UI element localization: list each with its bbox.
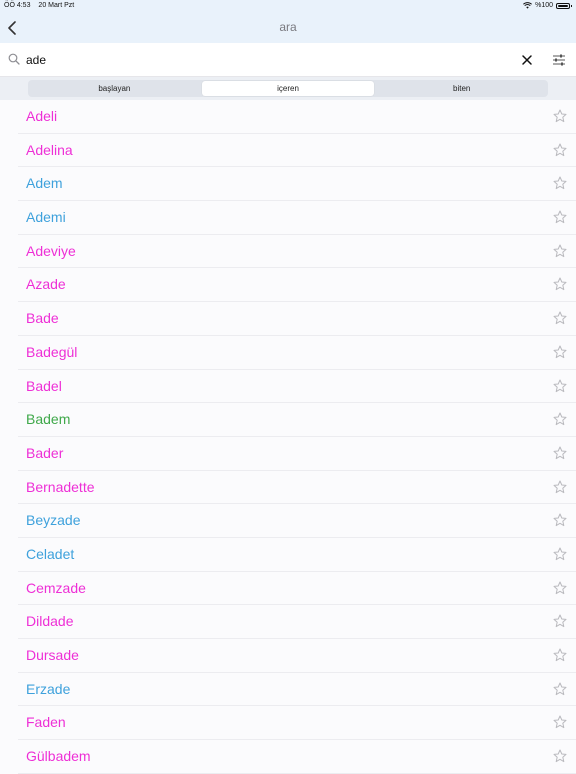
list-item[interactable]: Adem [18,167,576,202]
star-icon[interactable] [553,682,567,696]
list-item[interactable]: Badem [18,403,576,437]
name-label: Faden [26,714,66,731]
star-icon[interactable] [553,176,567,190]
list-item[interactable]: Azade [18,268,576,303]
star-icon[interactable] [553,715,567,729]
star-icon[interactable] [553,513,567,527]
name-label: Beyzade [26,512,81,529]
search-icon [8,53,20,65]
star-icon[interactable] [553,379,567,393]
search-input[interactable] [26,49,506,71]
name-label: Ademi [26,209,66,226]
star-icon[interactable] [553,143,567,157]
list-item[interactable]: Adeviye [18,235,576,269]
name-label: Bade [26,310,59,327]
star-icon[interactable] [553,244,567,258]
match-mode-bar: başlayan içeren biten [0,77,576,100]
star-icon[interactable] [553,345,567,359]
name-label: Adeli [26,108,58,124]
name-label: Erzade [26,680,71,697]
list-item[interactable]: Erzade [18,673,576,707]
name-label: Badel [26,377,62,394]
page-title: ara [279,20,297,34]
battery-icon [556,2,572,9]
wifi-icon [523,2,533,9]
name-label: Badegül [26,343,78,360]
segment-starts-with[interactable]: başlayan [28,80,201,97]
name-label: Cemzade [26,579,86,596]
status-bar: ÖÖ 4:53 20 Mart Pzt %100 [0,0,576,12]
star-icon[interactable] [553,412,567,426]
list-item[interactable]: Dildade [18,605,576,639]
list-item[interactable]: Ademi [18,201,576,235]
name-label: Dursade [26,647,79,663]
name-list: Adeli Adelina Adem Ademi Adeviye Azade Bade Bad… [0,100,576,774]
segment-contains[interactable]: içeren [201,81,375,96]
list-item[interactable]: Beyzade [18,504,576,538]
list-item[interactable]: Faden [18,706,576,741]
list-item[interactable]: Bernadette [18,471,576,505]
list-item[interactable]: Gülbadem [18,740,576,774]
name-label: Badem [26,411,71,428]
list-item[interactable]: Celadet [18,538,576,572]
star-icon[interactable] [553,446,567,460]
list-item[interactable]: Dursade [18,639,576,673]
list-item[interactable]: Bader [18,437,576,471]
list-item[interactable]: Cemzade [18,572,576,606]
name-label: Bernadette [26,478,95,495]
clear-icon[interactable] [520,53,534,67]
name-label: Celadet [26,545,75,562]
search-bar [0,43,576,77]
status-left: ÖÖ 4:53 20 Mart Pzt [4,2,80,9]
list-item[interactable]: Bade [18,302,576,336]
star-icon[interactable] [553,614,567,628]
name-label: Bader [26,444,64,461]
list-item[interactable]: Adeli [18,100,576,134]
star-icon[interactable] [553,480,567,494]
star-icon[interactable] [553,547,567,561]
list-item[interactable]: Badel [18,370,576,404]
list-item[interactable]: Badegül [18,336,576,370]
segment-ends-with[interactable]: biten [375,80,548,97]
status-right: %100 [523,2,572,9]
star-icon[interactable] [553,210,567,224]
status-time: ÖÖ 4:53 [4,2,31,9]
star-icon[interactable] [553,749,567,763]
name-label: Dildade [26,613,74,630]
star-icon[interactable] [553,648,567,662]
battery-percent: %100 [535,2,553,9]
status-date: 20 Mart Pzt [38,2,75,9]
name-label: Adeviye [26,242,76,259]
filter-sliders-icon[interactable] [551,53,567,67]
star-icon[interactable] [553,277,567,291]
star-icon[interactable] [553,311,567,325]
list-item[interactable]: Adelina [18,134,576,168]
name-label: Azade [26,276,66,293]
segmented-control: başlayan içeren biten [28,80,548,97]
star-icon[interactable] [553,581,567,595]
name-label: Adem [26,175,63,192]
name-label: Gülbadem [26,748,91,765]
star-icon[interactable] [553,109,567,123]
name-label: Adelina [26,141,73,158]
nav-bar: ara [0,12,576,43]
